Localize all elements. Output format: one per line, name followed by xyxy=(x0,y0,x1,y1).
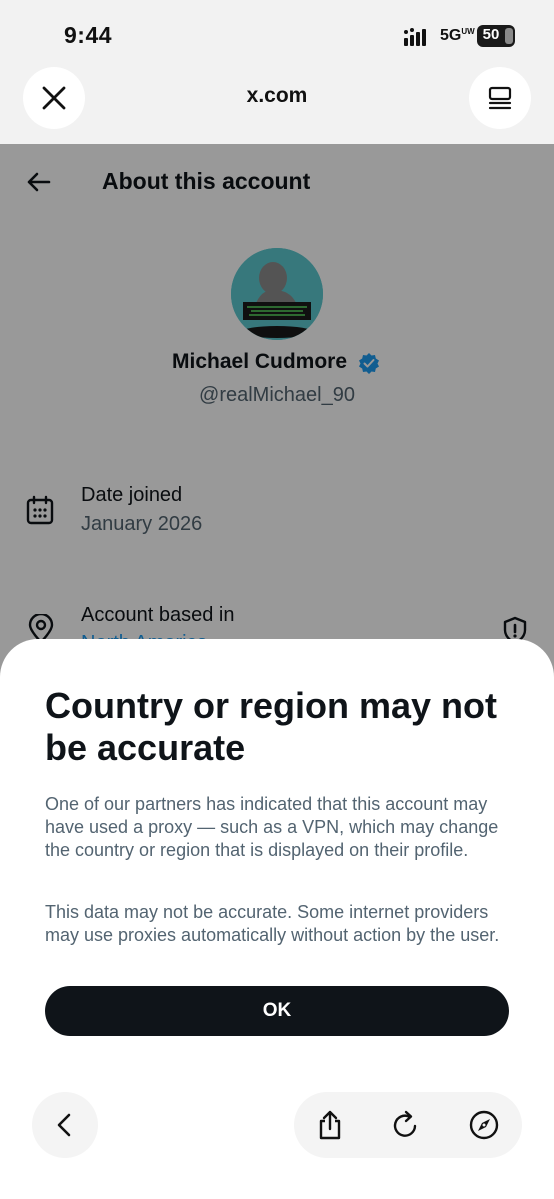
network-suffix: UW xyxy=(461,27,475,36)
browser-back-button[interactable] xyxy=(32,1092,98,1158)
reload-icon[interactable] xyxy=(390,1109,422,1141)
network-label: 5G xyxy=(440,27,462,44)
sheet-title: Country or region may not be accurate xyxy=(45,685,498,768)
sheet-paragraph-2: This data may not be accurate. Some inte… xyxy=(45,902,500,945)
browser-top-bar: x.com xyxy=(0,60,554,144)
screen: 9:44 5GUW 50 x.com About this account Mi… xyxy=(0,0,554,1199)
battery-tail xyxy=(505,28,513,44)
network-indicator: 5GUW xyxy=(440,27,475,45)
tabs-icon xyxy=(488,86,512,110)
signal-icon xyxy=(404,28,426,46)
browser-toolbar xyxy=(294,1092,522,1158)
status-bar: 9:44 5GUW 50 xyxy=(0,0,554,60)
compass-icon[interactable] xyxy=(468,1109,500,1141)
share-icon[interactable] xyxy=(314,1109,346,1141)
tabs-button[interactable] xyxy=(469,67,531,129)
battery-level: 50 xyxy=(482,26,500,43)
chevron-left-icon xyxy=(57,1113,71,1137)
ok-button[interactable]: OK xyxy=(45,986,509,1036)
battery-icon: 50 xyxy=(477,25,515,47)
sheet-paragraph-1: One of our partners has indicated that t… xyxy=(45,794,499,860)
status-time: 9:44 xyxy=(64,22,113,48)
